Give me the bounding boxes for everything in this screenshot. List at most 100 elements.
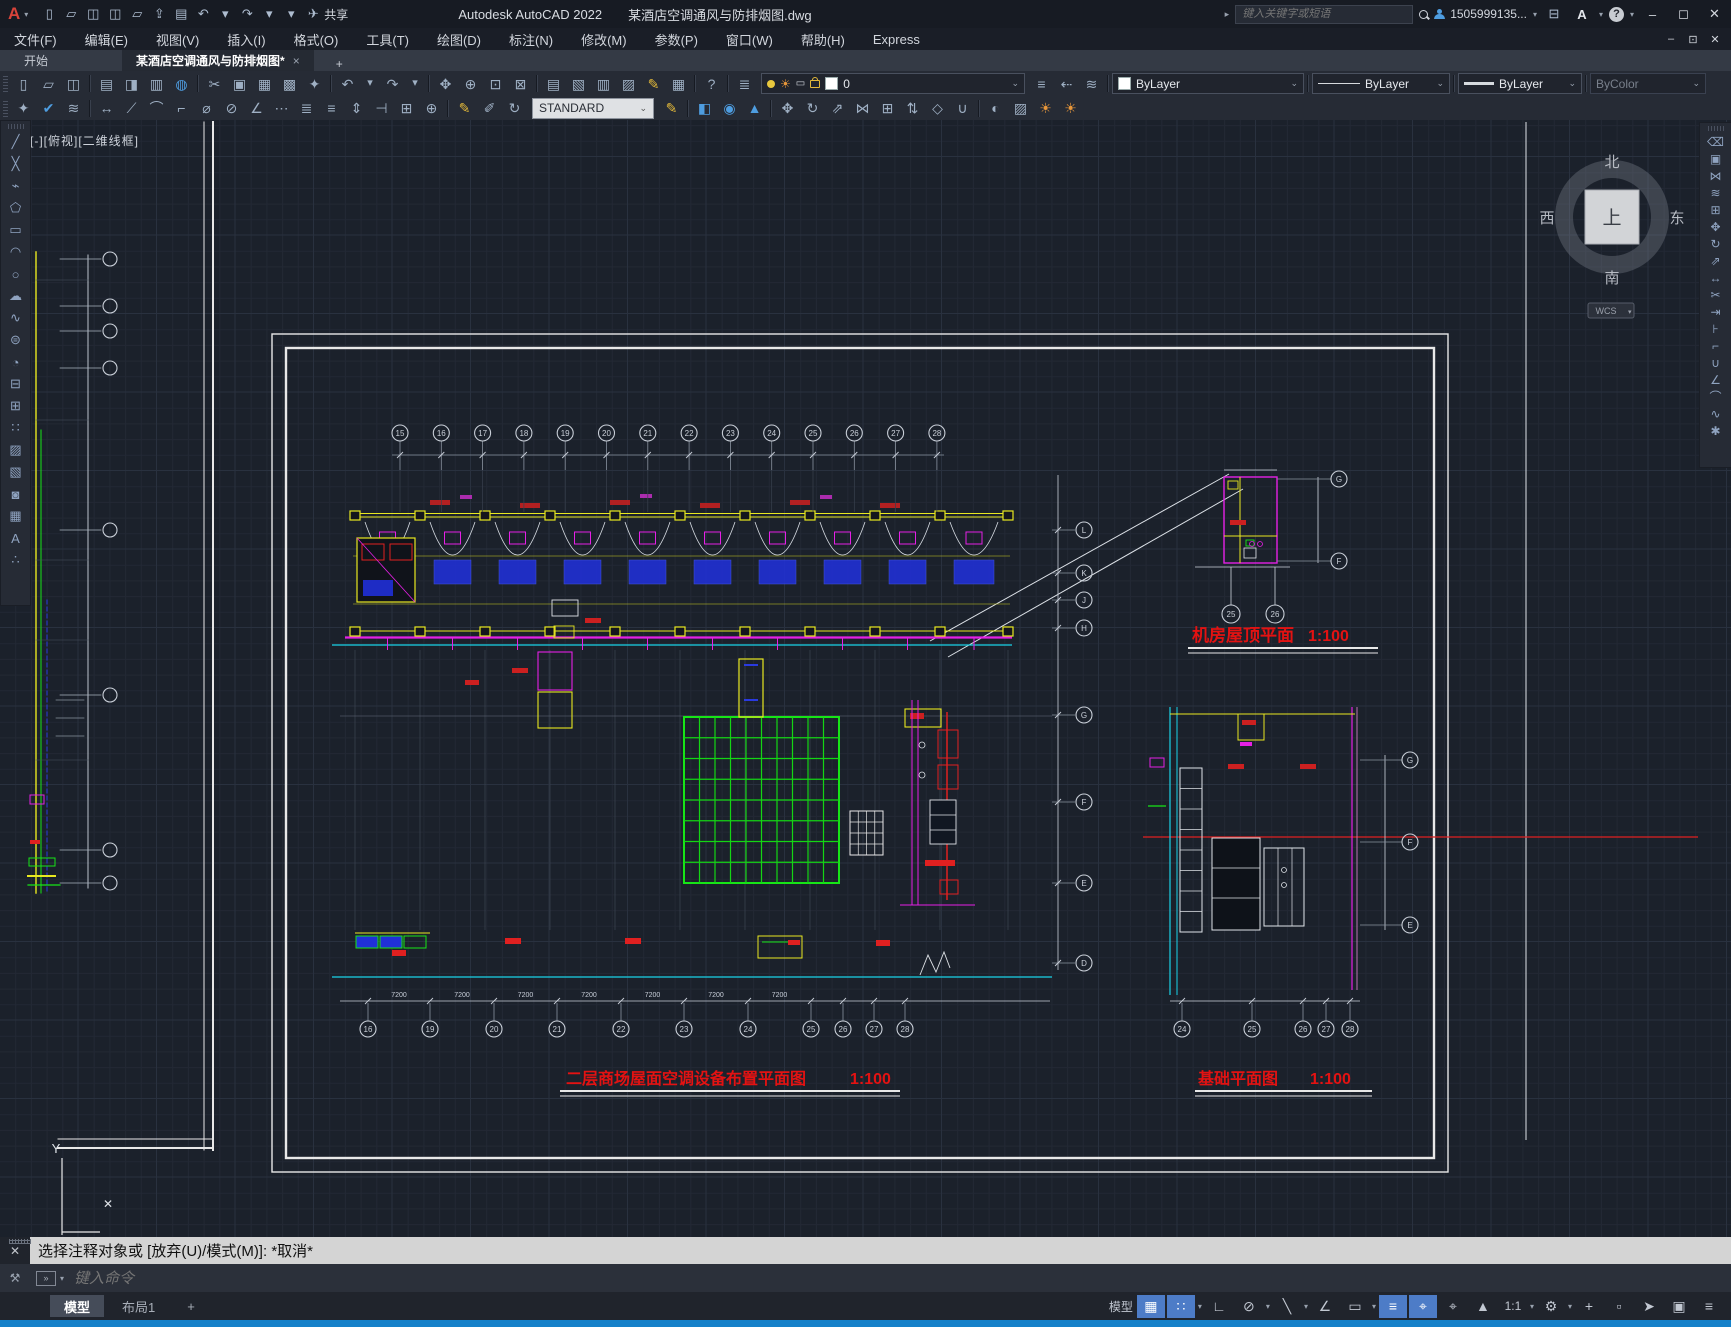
zoom-window-icon[interactable]: ⊡ — [483, 73, 508, 94]
layer-combo-caret-icon[interactable]: ⌄ — [1011, 78, 1019, 89]
modify-blend-curves-icon[interactable]: ∿ — [1704, 405, 1728, 422]
help-dropdown-icon[interactable]: ▾ — [1630, 10, 1634, 19]
draw-polygon-icon[interactable]: ⬠ — [4, 197, 28, 219]
modify-fillet-icon[interactable]: ⌒ — [1704, 388, 1728, 405]
doc-restore-button[interactable]: ⊡ — [1683, 30, 1703, 48]
draw-polyline-icon[interactable]: ⌁ — [4, 175, 28, 197]
share-label[interactable]: 共享 — [324, 6, 348, 23]
modify-break-at-point-icon[interactable]: ⊦ — [1704, 320, 1728, 337]
modify-array-icon[interactable]: ⊞ — [1704, 201, 1728, 218]
undo-icon[interactable]: ↶ — [335, 73, 360, 94]
draw-ellipse-arc-icon[interactable]: ◔ — [4, 351, 28, 373]
lineweight-combo-caret-icon[interactable]: ⌄ — [1568, 78, 1576, 89]
app-store-cart-icon[interactable]: ⊟ — [1543, 3, 1565, 25]
quick-calc-icon[interactable]: ▦ — [666, 73, 691, 94]
menu-p[interactable]: 参数(P) — [641, 28, 712, 50]
publish-web-icon[interactable]: ◍ — [169, 73, 194, 94]
status-customize[interactable]: ≡ — [1695, 1295, 1723, 1318]
tool-palettes-icon[interactable]: ▥ — [591, 73, 616, 94]
tolerance-icon[interactable]: ⊞ — [394, 98, 419, 119]
zoom-previous-icon[interactable]: ⊠ — [508, 73, 533, 94]
status-workspace-switching-caret-icon[interactable]: ▾ — [1568, 1302, 1572, 1311]
3d-align-icon[interactable]: ⇗ — [825, 98, 850, 119]
command-close-icon[interactable]: ✕ — [10, 1244, 20, 1258]
continue-dimension-icon[interactable]: ≡ — [319, 98, 344, 119]
save-icon[interactable]: ◫ — [61, 73, 86, 94]
logo-dropdown-icon[interactable]: ▾ — [24, 10, 28, 19]
modify-extend-icon[interactable]: ⇥ — [1704, 303, 1728, 320]
menu-f[interactable]: 文件(F) — [0, 28, 71, 50]
minimize-button[interactable]: – — [1640, 3, 1665, 25]
match-properties-icon[interactable]: ✦ — [11, 98, 36, 119]
menu-h[interactable]: 帮助(H) — [787, 28, 859, 50]
solid-cylinder-icon[interactable]: ◉ — [717, 98, 742, 119]
lights-icon[interactable]: ☀ — [1033, 98, 1058, 119]
draw-spline-icon[interactable]: ∿ — [4, 307, 28, 329]
solid-cone-icon[interactable]: ▲ — [742, 98, 767, 119]
status-snap-mode-caret-icon[interactable]: ▾ — [1198, 1302, 1202, 1311]
match-properties-icon[interactable]: ✦ — [302, 73, 327, 94]
3d-rotate-icon[interactable]: ↻ — [800, 98, 825, 119]
layer-viewport-icon[interactable]: ▭ — [796, 78, 805, 89]
modify-copy-icon[interactable]: ▣ — [1704, 150, 1728, 167]
new-tab-button[interactable]: + — [328, 57, 351, 71]
app-dropdown-icon[interactable]: ▾ — [1599, 10, 1603, 19]
viewport-label[interactable]: [-][俯视][二维线框] — [30, 134, 139, 148]
dimension-break-icon[interactable]: ⊣ — [369, 98, 394, 119]
menu-d[interactable]: 绘图(D) — [423, 28, 495, 50]
draw-rectangle-icon[interactable]: ▭ — [4, 219, 28, 241]
status-object-snap-tracking[interactable]: ∠ — [1311, 1295, 1339, 1318]
sun-status-icon[interactable]: ☀ — [1058, 98, 1083, 119]
wrench-icon[interactable]: ⚒ — [10, 1271, 21, 1285]
status-annotation-scale[interactable]: 1:1 — [1499, 1295, 1527, 1318]
linetype-combo[interactable]: ByLayer ⌄ — [1312, 73, 1450, 94]
tab-start[interactable]: 开始 — [10, 50, 62, 71]
command-drag-handle-icon[interactable] — [9, 1239, 31, 1244]
arc-length-dimension-icon[interactable]: ⌒ — [144, 98, 169, 119]
layer-states-icon[interactable]: ≋ — [1079, 73, 1104, 94]
3d-move-icon[interactable]: ✥ — [775, 98, 800, 119]
color-combo[interactable]: ByLayer ⌄ — [1112, 73, 1304, 94]
draw-line-icon[interactable]: ╱ — [4, 131, 28, 153]
draw-multiline-text-icon[interactable]: A — [4, 527, 28, 549]
layout-tab-add[interactable]: + — [173, 1295, 209, 1317]
aligned-dimension-icon[interactable]: ⟋ — [119, 98, 144, 119]
account-id[interactable]: 1505999135... — [1450, 7, 1527, 21]
palette-grip[interactable] — [7, 124, 24, 129]
viewcube-south[interactable]: 南 — [1604, 270, 1619, 287]
search-input[interactable] — [1240, 7, 1409, 21]
layer-translate-icon[interactable]: ≋ — [61, 98, 86, 119]
save-as-icon[interactable]: ◫ — [104, 3, 126, 25]
toolbar-grip[interactable] — [3, 75, 8, 92]
dim-style-caret-icon[interactable]: ⌄ — [639, 103, 647, 114]
layer-previous-icon[interactable]: ⇠ — [1054, 73, 1079, 94]
status-graphics-performance[interactable]: ➤ — [1635, 1295, 1663, 1318]
extract-edges-icon[interactable]: ◇ — [925, 98, 950, 119]
draw-create-block-icon[interactable]: ⊞ — [4, 395, 28, 417]
ordinate-dimension-icon[interactable]: ⌐ — [169, 98, 194, 119]
status-model-space[interactable]: 模型 — [1107, 1295, 1135, 1318]
union-icon[interactable]: ∪ — [950, 98, 975, 119]
tab-drawing[interactable]: 某酒店空调通风与防排烟图* × — [122, 50, 314, 71]
cad-canvas[interactable]: 15 16 17 18 19 20 21 22 23 24 25 26 27 28 16 19 20 21 22 23… — [0, 120, 1731, 1237]
recent-commands-caret-icon[interactable]: ▾ — [60, 1274, 64, 1283]
modify-move-icon[interactable]: ✥ — [1704, 218, 1728, 235]
toolbar-grip-2[interactable] — [3, 99, 8, 117]
modify-chamfer-icon[interactable]: ∠ — [1704, 371, 1728, 388]
layer-on-icon[interactable] — [767, 79, 775, 88]
print-icon[interactable]: ▤ — [170, 3, 192, 25]
status-grid-display[interactable]: ▦ — [1136, 1294, 1165, 1318]
lineweight-combo[interactable]: ByLayer ⌄ — [1458, 73, 1582, 94]
center-mark-icon[interactable]: ⊕ — [419, 98, 444, 119]
draw-arc-icon[interactable]: ◠ — [4, 241, 28, 263]
render-icon[interactable]: ◐ — [983, 98, 1008, 119]
dimension-update-icon[interactable]: ↻ — [502, 98, 527, 119]
redo-icon[interactable]: ↷ — [380, 73, 405, 94]
menu-o[interactable]: 格式(O) — [280, 28, 353, 50]
draw-ellipse-icon[interactable]: ⊜ — [4, 329, 28, 351]
menu-w[interactable]: 窗口(W) — [712, 28, 787, 50]
status-isometric-drafting-caret-icon[interactable]: ▾ — [1304, 1302, 1308, 1311]
status-snap-mode[interactable]: ∷ — [1166, 1294, 1195, 1318]
open-file-icon[interactable]: ▱ — [60, 3, 82, 25]
modify-offset-icon[interactable]: ≋ — [1704, 184, 1728, 201]
